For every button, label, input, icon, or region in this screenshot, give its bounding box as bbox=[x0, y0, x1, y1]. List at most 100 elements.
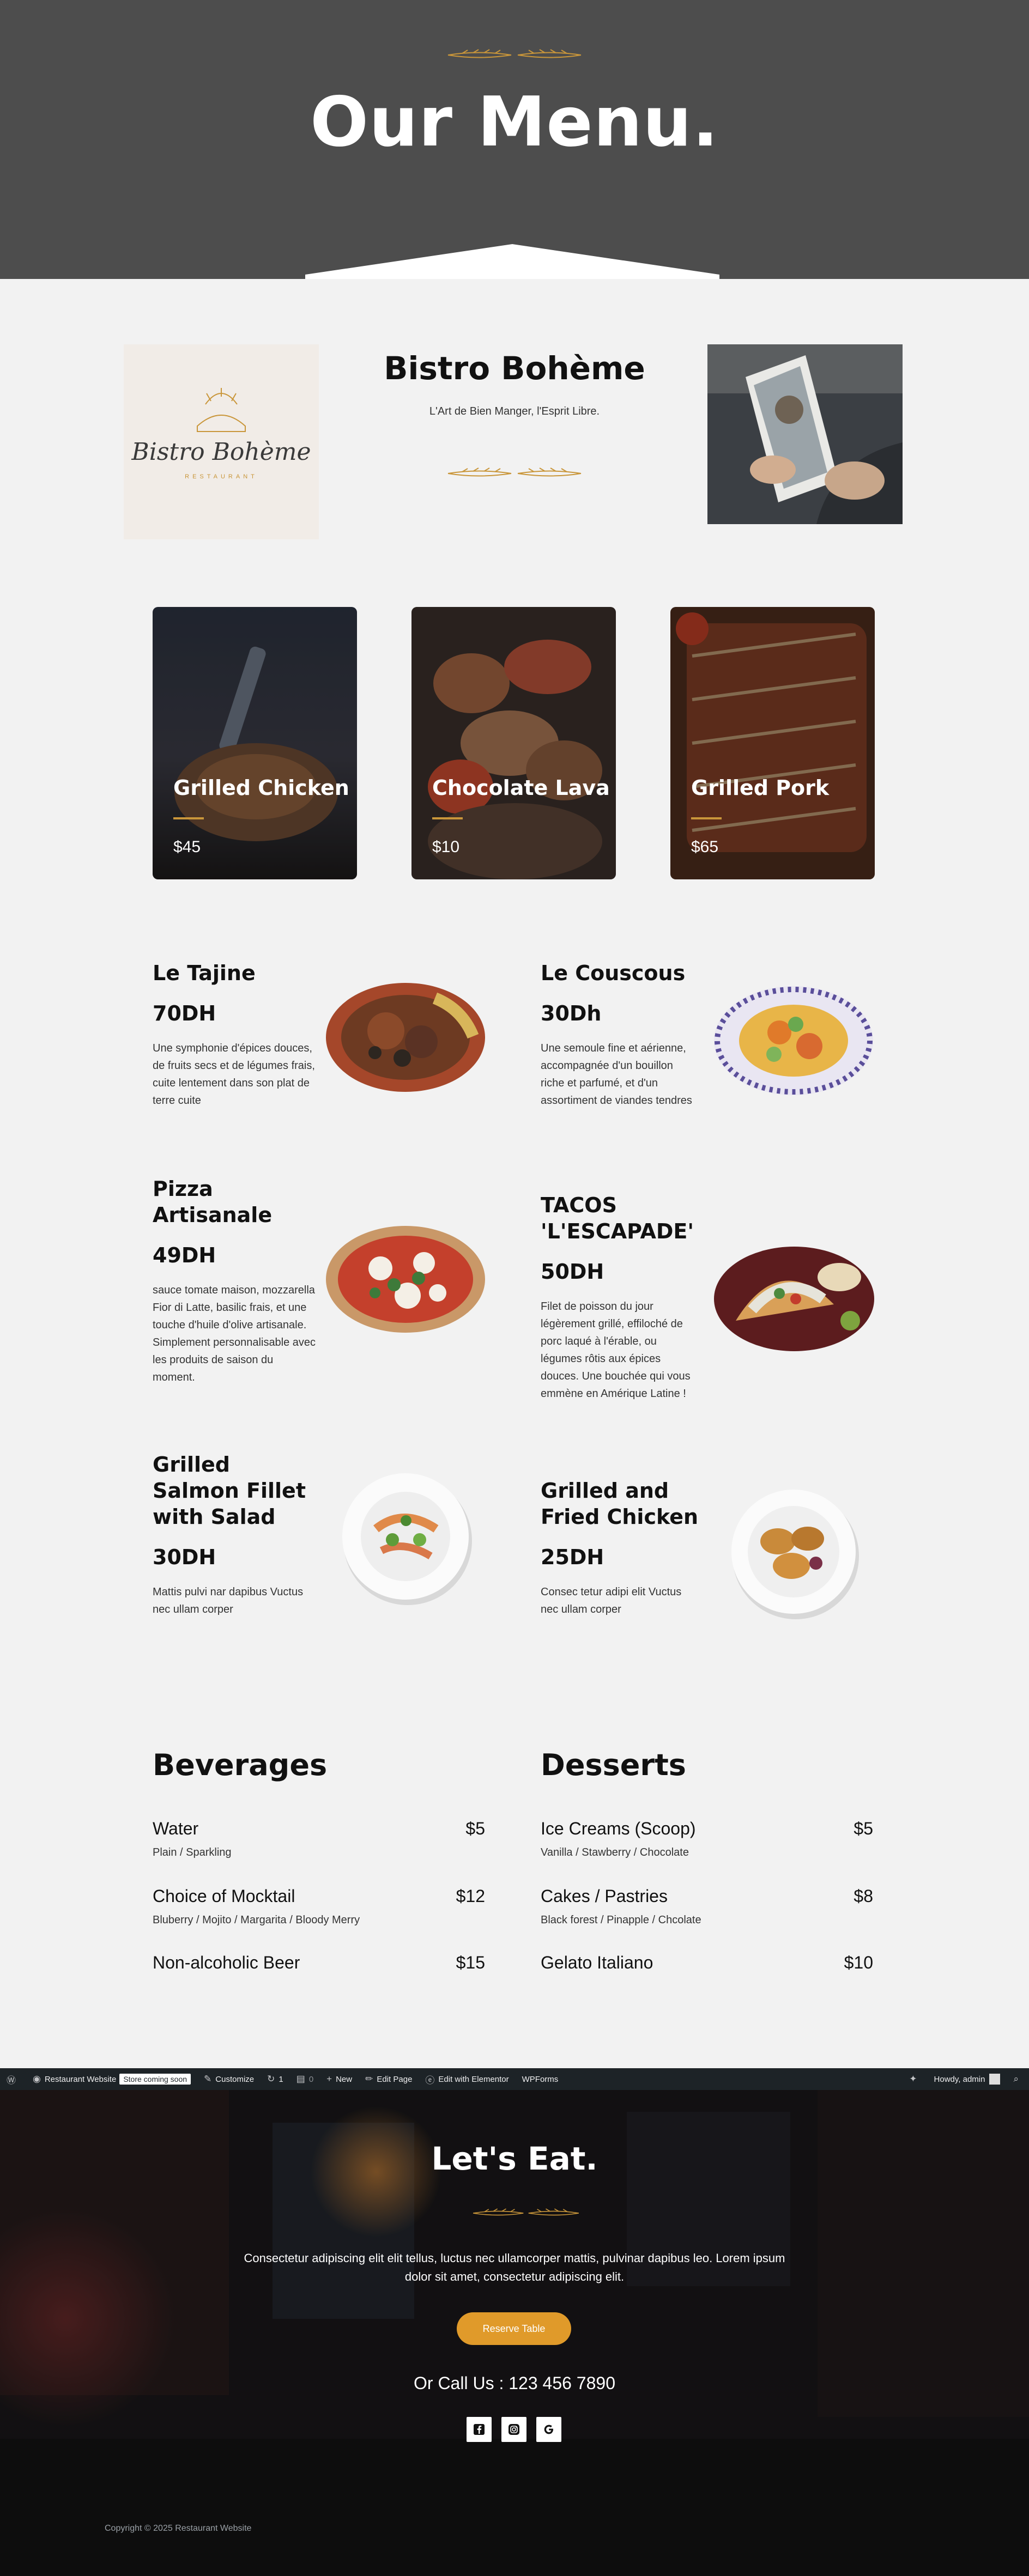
store-status-badge: Store coming soon bbox=[119, 2074, 191, 2085]
footer-title: Let's Eat. bbox=[431, 2140, 598, 2177]
featured-card-chocolate-lava[interactable]: Chocolate Lava $10 bbox=[411, 607, 616, 879]
account-menu[interactable]: Howdy, admin bbox=[928, 2068, 1007, 2090]
price-list-item: Ice Creams (Scoop) $5 Vanilla / Stawberr… bbox=[541, 1819, 873, 1859]
menu-item-description: Mattis pulvi nar dapibus Vuctus nec ulla… bbox=[153, 1586, 304, 1615]
wordpress-icon: Ⓦ bbox=[7, 2075, 16, 2086]
copyright-text: Copyright © 2025 Restaurant Website bbox=[105, 2524, 252, 2533]
wp-logo-button[interactable]: Ⓦ bbox=[0, 2068, 26, 2090]
bistro-logo-icon: Bistro Bohème RESTAURANT bbox=[131, 388, 311, 480]
menu-item-price: 30Dh bbox=[541, 1001, 602, 1025]
card-divider bbox=[691, 817, 722, 819]
customize-label: Customize bbox=[215, 2074, 255, 2084]
google-icon bbox=[544, 2425, 553, 2434]
instagram-icon bbox=[509, 2424, 519, 2435]
search-icon: ⌕ bbox=[1013, 2074, 1019, 2084]
dashboard-icon: ◉ bbox=[33, 2074, 41, 2084]
svg-text:RESTAURANT: RESTAURANT bbox=[185, 473, 258, 480]
price-list-item: Cakes / Pastries $8 Black forest / Pinap… bbox=[541, 1886, 873, 1927]
price-list-item: Water $5 Plain / Sparkling bbox=[153, 1819, 485, 1859]
elementor-link[interactable]: ⓔ Edit with Elementor bbox=[419, 2068, 515, 2090]
pizza-image bbox=[326, 1226, 485, 1333]
menu-item-description: sauce tomate maison, mozzarella Fior di … bbox=[153, 1284, 316, 1383]
ai-assistant-button[interactable]: ✦ bbox=[903, 2068, 927, 2090]
price-item-price: $5 bbox=[465, 1819, 485, 1838]
card-price: $10 bbox=[432, 838, 460, 856]
admin-search-button[interactable]: ⌕ bbox=[1007, 2068, 1029, 2090]
tajine-dish-image bbox=[326, 983, 485, 1092]
price-item-price: $5 bbox=[854, 1819, 873, 1838]
price-item-options: Vanilla / Stawberry / Chocolate bbox=[541, 1846, 689, 1858]
price-list-item: Gelato Italiano $10 bbox=[541, 1953, 873, 1973]
facebook-link[interactable] bbox=[467, 2417, 492, 2442]
salmon-salad-image bbox=[342, 1473, 472, 1605]
tacos-image bbox=[714, 1247, 874, 1351]
restaurant-tagline: L'Art de Bien Manger, l'Esprit Libre. bbox=[429, 405, 600, 417]
wheat-ornament-icon bbox=[473, 2208, 579, 2216]
hero-section: Our Menu. bbox=[0, 0, 1029, 280]
price-list-item: Choice of Mocktail $12 Bluberry / Mojito… bbox=[153, 1886, 485, 1927]
call-us-text: Or Call Us : 123 456 7890 bbox=[414, 2373, 615, 2393]
price-item-name: Non-alcoholic Beer bbox=[153, 1953, 300, 1972]
avatar bbox=[989, 2074, 1001, 2085]
featured-card-grilled-pork[interactable]: Grilled Pork $65 bbox=[670, 607, 875, 879]
menu-item-name: Grilled Salmon Fillet with Salad bbox=[153, 1453, 306, 1529]
elementor-icon: ⓔ bbox=[425, 2075, 435, 2086]
featured-card-grilled-chicken[interactable]: Grilled Chicken $45 bbox=[153, 607, 357, 879]
updates-count: 1 bbox=[279, 2074, 283, 2084]
desserts-heading: Desserts bbox=[541, 1748, 686, 1782]
fried-chicken-image bbox=[731, 1490, 859, 1619]
couscous-dish-image bbox=[714, 986, 873, 1095]
site-name-label: Restaurant Website bbox=[44, 2074, 117, 2084]
menu-item-price: 49DH bbox=[153, 1243, 216, 1267]
plus-icon: + bbox=[326, 2074, 332, 2084]
wpforms-link[interactable]: WPForms bbox=[516, 2068, 565, 2090]
menu-item: Pizza Artisanale 49DH sauce tomate maiso… bbox=[153, 1176, 316, 1386]
menu-item-price: 25DH bbox=[541, 1545, 604, 1569]
comments-count: 0 bbox=[308, 2074, 314, 2084]
footer-text: Consectetur adipiscing elit elit tellus,… bbox=[244, 2251, 785, 2283]
menu-photo bbox=[707, 344, 903, 524]
menu-item-name: Pizza Artisanale bbox=[153, 1177, 273, 1227]
card-divider bbox=[432, 817, 463, 819]
restaurant-name: Bistro Bohème bbox=[384, 350, 645, 387]
site-name-link[interactable]: ◉ Restaurant Website Store coming soon bbox=[26, 2068, 197, 2090]
wpforms-label: WPForms bbox=[522, 2074, 559, 2084]
price-item-price: $10 bbox=[844, 1953, 873, 1972]
price-item-price: $8 bbox=[854, 1886, 873, 1906]
price-item-name: Gelato Italiano bbox=[541, 1953, 653, 1972]
menu-item-price: 70DH bbox=[153, 1001, 216, 1025]
new-label: New bbox=[336, 2074, 353, 2084]
price-list-item: Non-alcoholic Beer $15 bbox=[153, 1953, 485, 1973]
price-item-price: $12 bbox=[456, 1886, 485, 1906]
howdy-label: Howdy, admin bbox=[934, 2074, 985, 2084]
price-item-options: Black forest / Pinapple / Chcolate bbox=[541, 1914, 701, 1926]
card-price: $65 bbox=[691, 838, 719, 856]
card-price: $45 bbox=[173, 838, 201, 856]
menu-item-name: Le Tajine bbox=[153, 961, 256, 985]
menu-item-name: Grilled and Fried Chicken bbox=[541, 1479, 699, 1529]
reserve-table-button[interactable]: Reserve Table bbox=[457, 2312, 571, 2345]
menu-item-price: 50DH bbox=[541, 1260, 604, 1284]
card-title: Chocolate Lava bbox=[432, 776, 610, 800]
wheat-ornament-icon bbox=[447, 49, 582, 58]
edit-page-link[interactable]: ✏ Edit Page bbox=[359, 2068, 419, 2090]
facebook-icon bbox=[474, 2424, 485, 2435]
menu-item: Le Tajine 70DH Une symphonie d'épices do… bbox=[153, 960, 316, 1109]
menu-item: TACOS 'L'ESCAPADE' 50DH Filet de poisson… bbox=[541, 1192, 699, 1402]
card-divider bbox=[173, 817, 204, 819]
google-link[interactable] bbox=[536, 2417, 561, 2442]
sparkle-icon: ✦ bbox=[909, 2074, 917, 2084]
customize-link[interactable]: ✎ Customize bbox=[197, 2068, 261, 2090]
svg-text:Bistro Bohème: Bistro Bohème bbox=[131, 438, 311, 466]
menu-item: Le Couscous 30Dh Une semoule fine et aér… bbox=[541, 960, 699, 1109]
card-title: Grilled Chicken bbox=[173, 776, 349, 800]
page-title: Our Menu. bbox=[310, 82, 719, 162]
menu-item: Grilled and Fried Chicken 25DH Consec te… bbox=[541, 1478, 699, 1618]
menu-item-description: Une semoule fine et aérienne, accompagné… bbox=[541, 1042, 692, 1107]
price-item-name: Ice Creams (Scoop) bbox=[541, 1819, 696, 1838]
new-content-link[interactable]: + New bbox=[320, 2068, 359, 2090]
menu-item: Grilled Salmon Fillet with Salad 30DH Ma… bbox=[153, 1451, 316, 1618]
instagram-link[interactable] bbox=[501, 2417, 526, 2442]
comments-link[interactable]: ▤ 0 bbox=[290, 2068, 320, 2090]
updates-link[interactable]: ↻ 1 bbox=[261, 2068, 290, 2090]
